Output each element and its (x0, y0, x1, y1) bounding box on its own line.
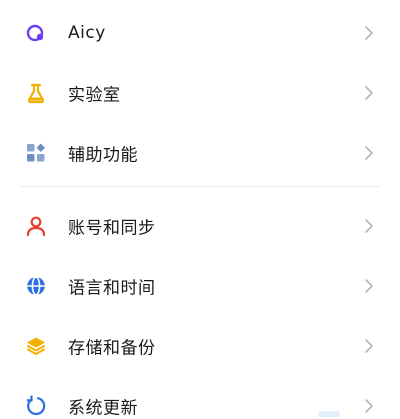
section-divider (20, 186, 380, 187)
chevron-right-icon (364, 145, 374, 161)
settings-item-label: 辅助功能 (68, 145, 138, 166)
chevron-right-icon (364, 338, 374, 354)
grid-icon (25, 142, 47, 164)
settings-item-label: 系统更新 (68, 398, 138, 419)
chevron-right-icon (364, 85, 374, 101)
settings-item-storage-backup[interactable]: 存储和备份 (0, 316, 400, 376)
settings-item-label: 实验室 (68, 85, 121, 106)
settings-item-accessibility[interactable]: 辅助功能 (0, 123, 400, 183)
settings-item-label: 语言和时间 (68, 278, 156, 299)
settings-item-account-sync[interactable]: 账号和同步 (0, 196, 400, 256)
layers-icon (25, 335, 47, 357)
chevron-right-icon (364, 278, 374, 294)
settings-group-general: Aicy 实验室 辅助功能 (0, 3, 400, 183)
user-icon (25, 215, 47, 237)
aicy-icon (25, 22, 47, 44)
settings-item-aicy[interactable]: Aicy (0, 3, 400, 63)
settings-item-lab[interactable]: 实验室 (0, 63, 400, 123)
chevron-right-icon (364, 218, 374, 234)
chevron-right-icon (364, 398, 374, 414)
settings-item-label: 账号和同步 (68, 218, 156, 239)
settings-item-label: Aicy (68, 23, 106, 43)
partial-overlay-element (318, 411, 340, 417)
chevron-right-icon (364, 25, 374, 41)
update-icon (25, 395, 47, 417)
settings-list: Aicy 实验室 辅助功能 账号和同步 语言和时间 存储和备份 系统更新 (0, 0, 400, 419)
flask-icon (25, 82, 47, 104)
settings-item-label: 存储和备份 (68, 338, 156, 359)
settings-group-system: 账号和同步 语言和时间 存储和备份 系统更新 (0, 196, 400, 419)
globe-icon (25, 275, 47, 297)
settings-item-system-update[interactable]: 系统更新 (0, 376, 400, 419)
settings-item-language-time[interactable]: 语言和时间 (0, 256, 400, 316)
